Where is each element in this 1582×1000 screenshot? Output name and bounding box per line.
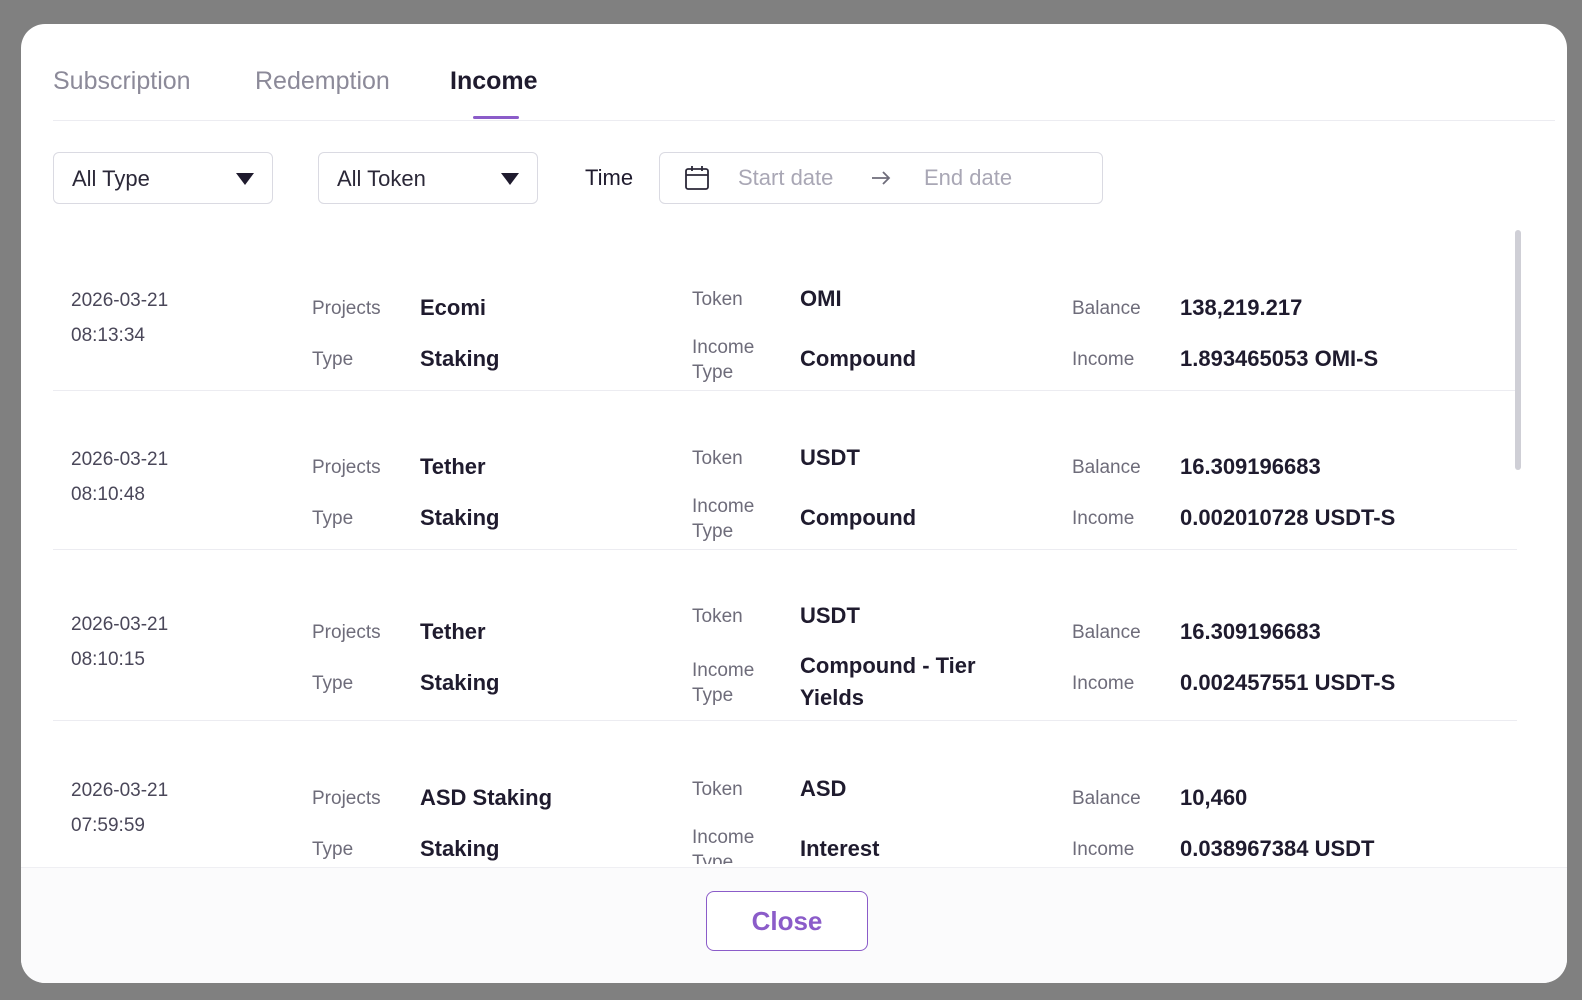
income-record-row: 2026-03-21 08:13:34 Projects Ecomi Type … [53,232,1517,391]
arrow-right-icon [872,171,891,185]
income-type-value: Compound [800,505,917,530]
token-value: USDT [800,445,860,470]
balance-value: 16.309196683 [1180,454,1321,479]
date-range-picker[interactable] [659,152,1103,204]
balance-label: Balance [1072,622,1141,643]
token-value: USDT [800,603,860,628]
income-label: Income [1072,839,1135,860]
income-type-value: Interest [800,836,880,861]
income-record-row: 2026-03-21 08:10:48 Projects Tether Type… [53,391,1517,550]
income-value: 1.893465053 OMI-S [1180,346,1379,371]
type-value: Staking [420,670,500,695]
projects-label: Projects [312,622,381,643]
modal-footer: Close [21,867,1567,983]
type-label: Type [312,349,354,370]
type-select[interactable]: All Type [53,152,273,204]
type-label: Type [312,508,354,529]
balance-label: Balance [1072,298,1141,319]
type-label: Type [312,839,354,860]
tab-bar: Subscription Redemption Income [53,24,1555,121]
token-value: OMI [800,286,842,311]
close-button[interactable]: Close [706,891,868,951]
active-tab-indicator [473,116,519,119]
token-label: Token [692,289,743,310]
project-value: Tether [420,619,486,644]
balance-value: 138,219.217 [1180,295,1303,320]
time-filter-label: Time [585,165,634,190]
project-value: ASD Staking [420,785,553,810]
caret-down-icon [501,173,519,185]
token-label: Token [692,779,743,800]
scrollbar-thumb[interactable] [1515,230,1521,470]
record-date: 2026-03-21 [71,614,169,635]
caret-down-icon [236,173,254,185]
income-record-row: 2026-03-21 08:10:15 Projects Tether Type… [53,550,1517,721]
income-type-label: Income Type [692,337,755,383]
record-date: 2026-03-21 [71,290,169,311]
list-scrollbar[interactable] [1515,230,1521,870]
type-label: Type [312,673,354,694]
income-type-value: Compound [800,346,917,371]
record-time: 08:10:15 [71,649,145,670]
token-select[interactable]: All Token [318,152,538,204]
token-select-value: All Token [337,166,426,191]
tab-income[interactable]: Income [450,67,538,96]
record-time: 07:59:59 [71,815,145,836]
project-value: Ecomi [420,295,487,320]
token-value: ASD [800,776,847,801]
projects-label: Projects [312,788,381,809]
start-date-input[interactable] [738,165,858,191]
type-value: Staking [420,505,500,530]
income-type-value: Compound - Tier Yields [800,653,976,710]
type-value: Staking [420,346,500,371]
income-value: 0.038967384 USDT [1180,836,1375,861]
balance-label: Balance [1072,457,1141,478]
tab-subscription[interactable]: Subscription [53,67,191,96]
calendar-icon [685,166,709,190]
income-label: Income [1072,349,1135,370]
record-time: 08:13:34 [71,325,145,346]
income-type-label: Income Type [692,496,755,542]
token-label: Token [692,448,743,469]
balance-value: 10,460 [1180,785,1248,810]
income-history-modal: Subscription Redemption Income All Type … [21,24,1567,983]
type-value: Staking [420,836,500,861]
record-date: 2026-03-21 [71,780,169,801]
income-record-row: 2026-03-21 07:59:59 Projects ASD Staking… [53,721,1517,864]
income-value: 0.002457551 USDT-S [1180,670,1396,695]
income-label: Income [1072,508,1135,529]
tab-redemption[interactable]: Redemption [255,67,390,96]
balance-label: Balance [1072,788,1141,809]
record-date: 2026-03-21 [71,449,169,470]
project-value: Tether [420,454,486,479]
record-time: 08:10:48 [71,484,145,505]
income-label: Income [1072,673,1135,694]
token-label: Token [692,606,743,627]
income-type-label: Income Type [692,827,755,864]
income-record-list: 2026-03-21 08:13:34 Projects Ecomi Type … [53,232,1517,864]
balance-value: 16.309196683 [1180,619,1321,644]
income-value: 0.002010728 USDT-S [1180,505,1396,530]
income-type-label: Income Type [692,660,755,706]
projects-label: Projects [312,298,381,319]
projects-label: Projects [312,457,381,478]
end-date-input[interactable] [924,165,1074,191]
type-select-value: All Type [72,166,150,191]
